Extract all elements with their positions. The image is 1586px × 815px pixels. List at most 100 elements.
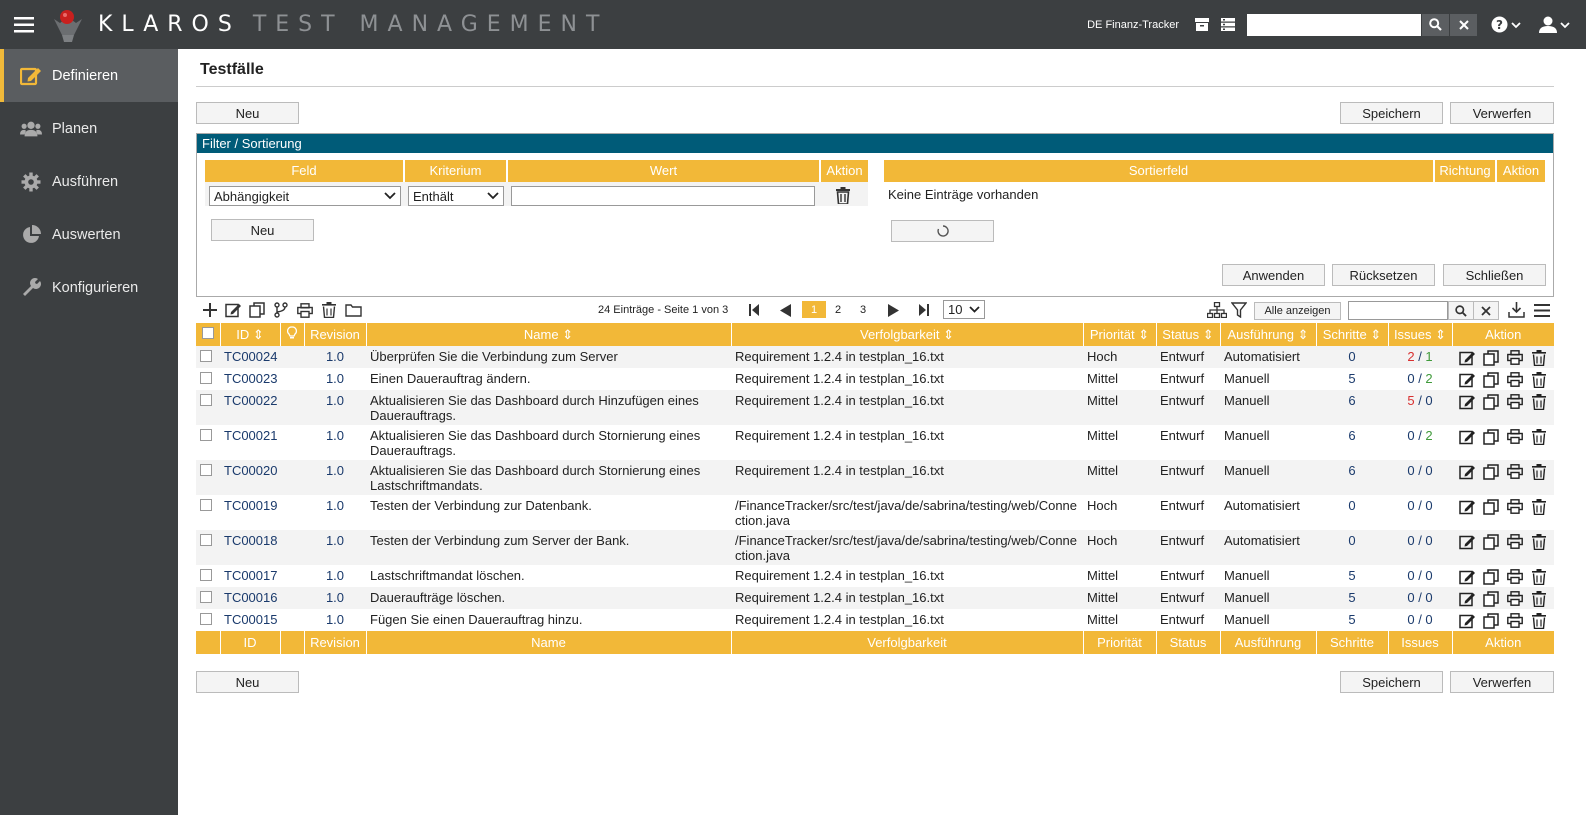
row-delete-icon[interactable]	[1530, 463, 1548, 480]
row-print-icon[interactable]	[1506, 498, 1524, 515]
search-icon[interactable]	[1422, 13, 1449, 36]
show-all-button[interactable]: Alle anzeigen	[1254, 302, 1341, 320]
row-copy-icon[interactable]	[1482, 463, 1500, 480]
sidebar-item-ausfuehren[interactable]: Ausführen	[0, 155, 178, 208]
row-print-icon[interactable]	[1506, 371, 1524, 388]
table-row[interactable]: TC00023 1.0 Einen Dauerauftrag ändern. Requ…	[196, 368, 1554, 390]
close-filter-button[interactable]: Schließen	[1443, 264, 1546, 286]
print-icon[interactable]	[296, 301, 314, 319]
issues-open-count[interactable]: 0	[1407, 533, 1414, 548]
row-delete-icon[interactable]	[1530, 349, 1548, 366]
select-all-cell[interactable]	[196, 323, 221, 346]
row-copy-icon[interactable]	[1482, 533, 1500, 550]
page-number-3[interactable]: 3	[851, 301, 875, 318]
issues-closed-count[interactable]: 0	[1425, 568, 1432, 583]
col-name[interactable]: Name ⇕	[366, 323, 732, 346]
table-row[interactable]: TC00017 1.0 Lastschriftmandat löschen. Requ…	[196, 565, 1554, 587]
testcase-id-link[interactable]: TC00022	[224, 393, 277, 408]
page-number-2[interactable]: 2	[826, 301, 850, 318]
row-edit-icon[interactable]	[1458, 428, 1476, 445]
discard-button[interactable]: Verwerfen	[1450, 102, 1554, 124]
testcase-id-link[interactable]: TC00021	[224, 428, 277, 443]
page-size-select[interactable]: 10	[943, 300, 985, 319]
issues-open-count[interactable]: 0	[1407, 590, 1414, 605]
row-checkbox[interactable]	[200, 569, 212, 581]
col-traceability[interactable]: Verfolgbarkeit ⇕	[731, 323, 1084, 346]
testcase-id-link[interactable]: TC00020	[224, 463, 277, 478]
row-copy-icon[interactable]	[1482, 590, 1500, 607]
last-page-icon[interactable]	[915, 301, 933, 319]
row-edit-icon[interactable]	[1458, 568, 1476, 585]
row-edit-icon[interactable]	[1458, 590, 1476, 607]
delete-icon[interactable]	[320, 301, 338, 319]
user-menu[interactable]	[1539, 16, 1570, 33]
row-copy-icon[interactable]	[1482, 371, 1500, 388]
row-delete-icon[interactable]	[1530, 533, 1548, 550]
issues-open-count[interactable]: 5	[1407, 393, 1414, 408]
row-print-icon[interactable]	[1506, 349, 1524, 366]
testcase-id-link[interactable]: TC00018	[224, 533, 277, 548]
issues-open-count[interactable]: 0	[1407, 498, 1414, 513]
col-priority[interactable]: Priorität ⇕	[1083, 323, 1157, 346]
row-copy-icon[interactable]	[1482, 393, 1500, 410]
sidebar-item-planen[interactable]: Planen	[0, 102, 178, 155]
issues-closed-count[interactable]: 0	[1425, 463, 1432, 478]
row-edit-icon[interactable]	[1458, 393, 1476, 410]
issues-open-count[interactable]: 0	[1407, 612, 1414, 627]
delete-filter-icon[interactable]	[836, 187, 852, 205]
table-row[interactable]: TC00021 1.0 Aktualisieren Sie das Dashboar…	[196, 425, 1554, 460]
page-number-1[interactable]: 1	[802, 301, 826, 318]
add-sort-button[interactable]	[891, 220, 994, 242]
project-selector[interactable]: DE Finanz-Tracker	[1087, 19, 1179, 31]
row-copy-icon[interactable]	[1482, 498, 1500, 515]
new-testcase-button-bottom[interactable]: Neu	[196, 671, 299, 693]
testcase-id-link[interactable]: TC00024	[224, 349, 277, 364]
apply-filter-button[interactable]: Anwenden	[1222, 264, 1325, 286]
row-checkbox[interactable]	[200, 613, 212, 625]
row-checkbox[interactable]	[200, 464, 212, 476]
new-filter-button[interactable]: Neu	[211, 219, 314, 241]
filter-field-select[interactable]: Abhängigkeit	[209, 186, 401, 206]
row-edit-icon[interactable]	[1458, 498, 1476, 515]
table-search-icon[interactable]	[1448, 301, 1474, 320]
filter-value-input[interactable]	[511, 186, 815, 206]
row-checkbox[interactable]	[200, 350, 212, 362]
table-row[interactable]: TC00020 1.0 Aktualisieren Sie das Dashboar…	[196, 460, 1554, 495]
add-icon[interactable]	[201, 301, 219, 319]
table-search-input[interactable]	[1348, 301, 1448, 320]
filter-icon[interactable]	[1230, 301, 1248, 319]
testcase-id-link[interactable]: TC00023	[224, 371, 277, 386]
export-icon[interactable]	[1507, 301, 1525, 319]
testcase-id-link[interactable]: TC00015	[224, 612, 277, 627]
row-edit-icon[interactable]	[1458, 371, 1476, 388]
row-print-icon[interactable]	[1506, 568, 1524, 585]
sidebar-item-auswerten[interactable]: Auswerten	[0, 208, 178, 261]
row-copy-icon[interactable]	[1482, 349, 1500, 366]
table-row[interactable]: TC00024 1.0 Überprüfen Sie die Verbindung …	[196, 346, 1554, 368]
row-edit-icon[interactable]	[1458, 612, 1476, 629]
row-checkbox[interactable]	[200, 591, 212, 603]
row-checkbox[interactable]	[200, 534, 212, 546]
first-page-icon[interactable]	[745, 301, 763, 319]
new-testcase-button[interactable]: Neu	[196, 102, 299, 124]
testcase-id-link[interactable]: TC00017	[224, 568, 277, 583]
issues-closed-count[interactable]: 2	[1425, 428, 1432, 443]
app-logo[interactable]: KLAROS TEST MANAGEMENT	[48, 5, 608, 45]
row-edit-icon[interactable]	[1458, 349, 1476, 366]
testcase-id-link[interactable]: TC00016	[224, 590, 277, 605]
previous-page-icon[interactable]	[776, 301, 794, 319]
hamburger-menu-icon[interactable]	[0, 0, 48, 49]
row-delete-icon[interactable]	[1530, 428, 1548, 445]
issues-open-count[interactable]: 0	[1407, 463, 1414, 478]
row-checkbox[interactable]	[200, 499, 212, 511]
edit-icon[interactable]	[224, 301, 242, 319]
row-checkbox[interactable]	[200, 394, 212, 406]
save-button-bottom[interactable]: Speichern	[1340, 671, 1443, 693]
branch-icon[interactable]	[272, 301, 290, 319]
issues-closed-count[interactable]: 0	[1425, 612, 1432, 627]
row-print-icon[interactable]	[1506, 612, 1524, 629]
row-print-icon[interactable]	[1506, 463, 1524, 480]
folder-icon[interactable]	[344, 301, 362, 319]
row-delete-icon[interactable]	[1530, 393, 1548, 410]
filter-panel-header[interactable]: Filter / Sortierung	[197, 134, 1553, 153]
